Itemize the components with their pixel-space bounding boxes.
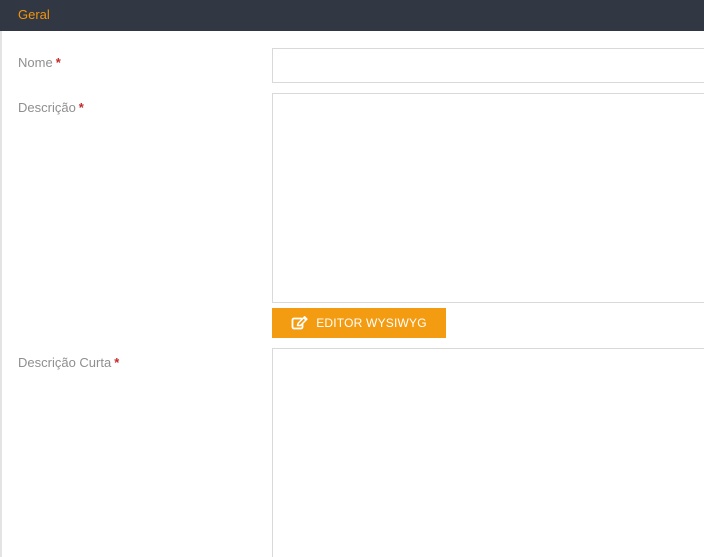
section-header: Geral	[0, 0, 704, 31]
short-description-required-marker: *	[114, 355, 120, 370]
name-label: Nome *	[18, 55, 61, 71]
short-description-textarea[interactable]	[272, 348, 704, 557]
description-label: Descrição *	[18, 100, 84, 116]
wysiwyg-editor-button[interactable]: EDITOR WYSIWYG	[272, 308, 446, 338]
description-label-text: Descrição	[18, 100, 76, 115]
section-title: Geral	[18, 7, 50, 22]
product-form-page: Geral Nome * Descrição * EDITOR WYSIWYG De…	[0, 0, 704, 557]
wysiwyg-editor-label: EDITOR WYSIWYG	[316, 316, 427, 330]
short-description-label: Descrição Curta *	[18, 355, 119, 371]
name-label-text: Nome	[18, 55, 53, 70]
left-border	[0, 31, 2, 557]
description-textarea[interactable]	[272, 93, 704, 303]
edit-icon	[291, 316, 308, 330]
name-required-marker: *	[55, 55, 61, 70]
description-required-marker: *	[78, 100, 84, 115]
short-description-label-text: Descrição Curta	[18, 355, 112, 370]
name-input[interactable]	[272, 48, 704, 83]
